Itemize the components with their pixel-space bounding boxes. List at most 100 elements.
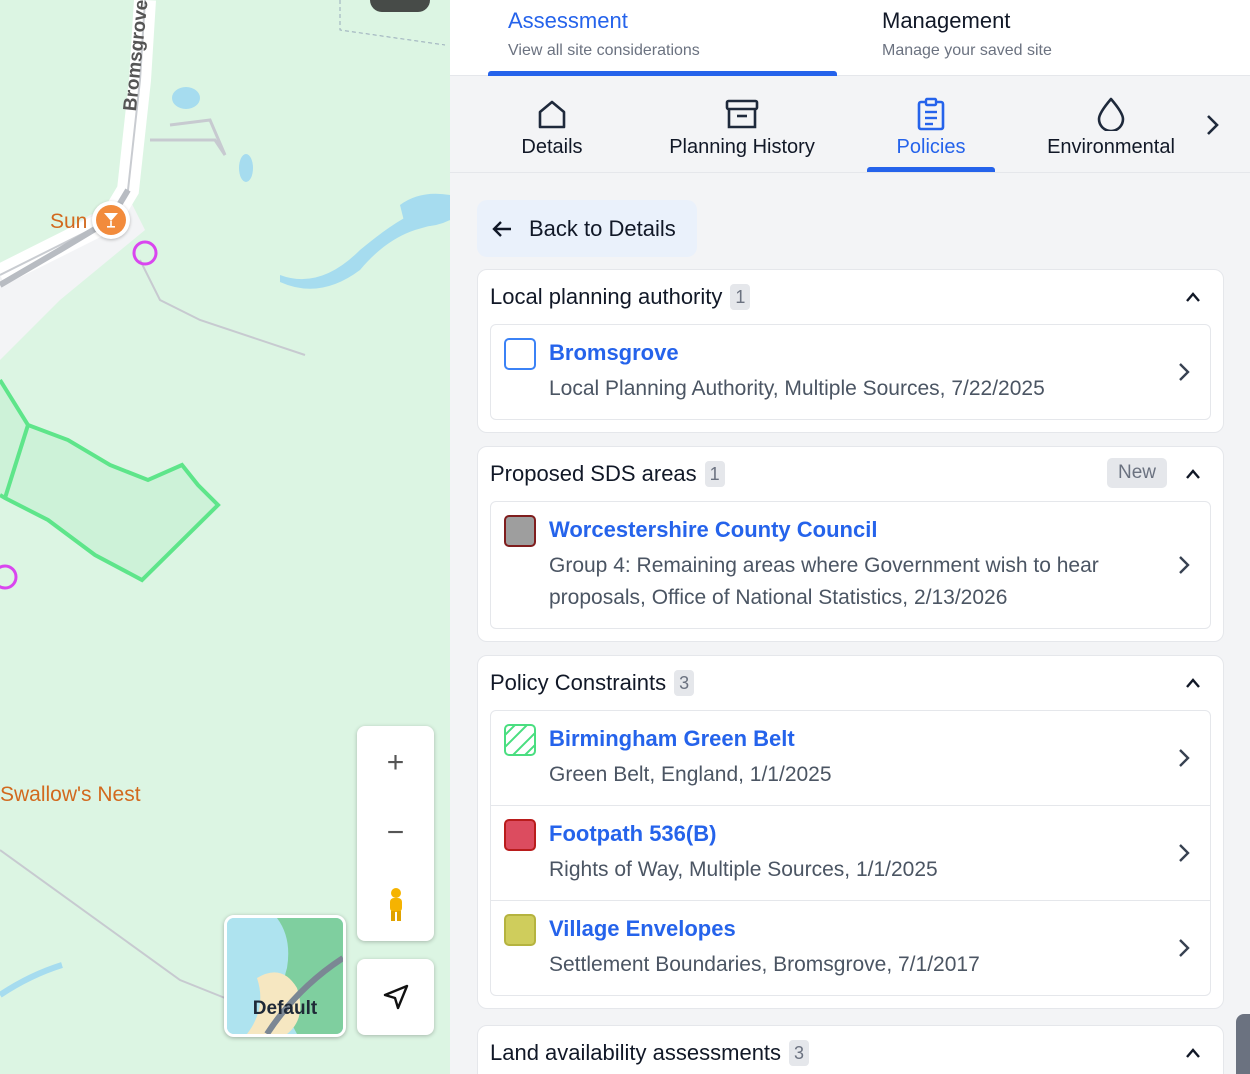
section-header[interactable]: Policy Constraints 3 [478,656,1223,710]
tab-assessment[interactable]: Assessment View all site considerations [488,0,837,76]
tab-policies[interactable]: Policies [867,77,995,172]
tab-environmental-label: Environmental [1047,136,1175,158]
section-header[interactable]: Land availability assessments 3 [478,1026,1223,1074]
layer-swatch [504,338,536,370]
item-subtitle: Group 4: Remaining areas where Governmen… [549,554,1099,609]
footpath [150,118,227,156]
layer-swatch [504,819,536,851]
map-zoom-controls: + − [357,726,434,941]
new-badge: New [1106,458,1167,488]
category-tab-bar: Details Planning History Policies Enviro… [450,77,1250,173]
arrow-left-icon [492,220,511,237]
section-land-availability-assessments: Land availability assessments 3 [477,1025,1224,1074]
collapse-button[interactable] [1179,669,1207,697]
chevron-up-icon [1186,1048,1200,1058]
locate-me-button[interactable] [357,959,434,1035]
item-title: Worcestershire County Council [549,517,878,542]
item-title: Footpath 536(B) [549,821,717,846]
tab-details[interactable]: Details [506,77,598,172]
item-list: Birmingham Green Belt Green Belt, Englan… [490,710,1211,996]
collapse-button[interactable] [1179,460,1207,488]
site-assessment-panel: Assessment View all site considerations … [450,0,1250,1074]
chevron-right-icon [1207,115,1219,135]
poi-marker[interactable] [132,240,158,266]
item-subtitle: Settlement Boundaries, Bromsgrove, 7/1/2… [549,953,980,976]
list-item-village-envelopes[interactable]: Village Envelopes Settlement Boundaries,… [491,901,1210,995]
pond [172,87,200,109]
layer-swatch-hatched [504,724,536,756]
home-icon [536,97,568,131]
droplet-icon [1097,97,1125,131]
site-boundary[interactable] [0,378,221,583]
item-subtitle: Green Belt, England, 1/1/2025 [549,763,832,786]
section-title: Proposed SDS areas [490,461,697,486]
pond [239,154,253,182]
section-policy-constraints: Policy Constraints 3 Birmingham Green Be… [477,655,1224,1009]
section-title: Policy Constraints [490,670,667,695]
active-tab-indicator [488,71,837,76]
tab-management-subtitle: Manage your saved site [882,42,1052,59]
tab-planning-history-label: Planning History [669,136,815,158]
stream [0,962,63,998]
item-title: Bromsgrove [549,340,679,365]
poi-label-sun[interactable]: Sun [50,210,87,234]
back-to-details-label: Back to Details [529,215,676,241]
street-view-pegman-icon[interactable] [357,870,434,940]
item-subtitle: Local Planning Authority, Multiple Sourc… [549,377,1045,400]
collapse-button[interactable] [1179,1039,1207,1067]
list-item-bromsgrove[interactable]: Bromsgrove Local Planning Authority, Mul… [491,325,1210,419]
list-item-worcestershire-county-council[interactable]: Worcestershire County Council Group 4: R… [491,502,1210,628]
layer-swatch [504,914,536,946]
section-local-planning-authority: Local planning authority 1 Bromsgrove Lo… [477,269,1224,433]
chevron-right-icon [1170,551,1198,579]
navigation-arrow-icon [383,984,408,1010]
chevron-right-icon [1170,744,1198,772]
back-to-details-button[interactable]: Back to Details [477,200,697,257]
map-style-switcher[interactable]: Default [224,915,346,1037]
chevron-up-icon [1186,469,1200,479]
poi-label-swallows-nest[interactable]: Swallow's Nest [0,783,141,807]
scrollbar-thumb[interactable] [1236,1014,1250,1074]
count-badge: 3 [789,1040,810,1066]
tab-planning-history[interactable]: Planning History [660,77,824,172]
section-title: Local planning authority [490,284,723,309]
zoom-in-button[interactable]: + [357,728,434,798]
section-header[interactable]: Local planning authority 1 [478,270,1223,324]
collapse-button[interactable] [1179,283,1207,311]
tab-management[interactable]: Management Manage your saved site [882,0,1202,76]
clipboard-icon [916,97,946,131]
tab-assessment-title: Assessment [508,8,628,33]
section-header[interactable]: Proposed SDS areas 1 New [478,447,1223,501]
tab-details-label: Details [521,136,583,158]
footpath [139,259,306,356]
map-style-label: Default [252,998,318,1019]
section-title: Land availability assessments [490,1040,782,1065]
tab-management-title: Management [882,8,1011,33]
map-view[interactable]: Bromsgrove Sun Swallow's Nest + − Defaul… [0,0,450,1074]
item-list: Bromsgrove Local Planning Authority, Mul… [490,324,1211,420]
cocktail-icon [96,205,126,235]
chevron-right-icon [1170,839,1198,867]
tab-policies-label: Policies [896,136,966,158]
count-badge: 3 [674,670,695,696]
chevron-right-icon [1170,934,1198,962]
tab-assessment-subtitle: View all site considerations [508,42,700,59]
item-subtitle: Rights of Way, Multiple Sources, 1/1/202… [549,858,938,881]
section-proposed-sds-areas: Proposed SDS areas 1 New Worcestershire … [477,446,1224,642]
poi-marker[interactable] [0,564,18,590]
top-tab-bar: Assessment View all site considerations … [450,0,1250,76]
zoom-out-button[interactable]: − [357,798,434,868]
chevron-up-icon [1186,292,1200,302]
bar-poi-pin[interactable] [92,201,130,239]
tab-environmental[interactable]: Environmental [1044,77,1178,172]
item-title: Village Envelopes [549,916,736,941]
active-tab-indicator [867,167,995,172]
count-badge: 1 [730,284,751,310]
map-overlay-edge [370,0,430,12]
item-title: Birmingham Green Belt [549,726,795,751]
tabs-scroll-right-button[interactable] [1192,105,1232,145]
chevron-right-icon [1170,358,1198,386]
list-item-birmingham-green-belt[interactable]: Birmingham Green Belt Green Belt, Englan… [491,711,1210,806]
list-item-footpath-536b[interactable]: Footpath 536(B) Rights of Way, Multiple … [491,806,1210,901]
item-list: Worcestershire County Council Group 4: R… [490,501,1211,629]
